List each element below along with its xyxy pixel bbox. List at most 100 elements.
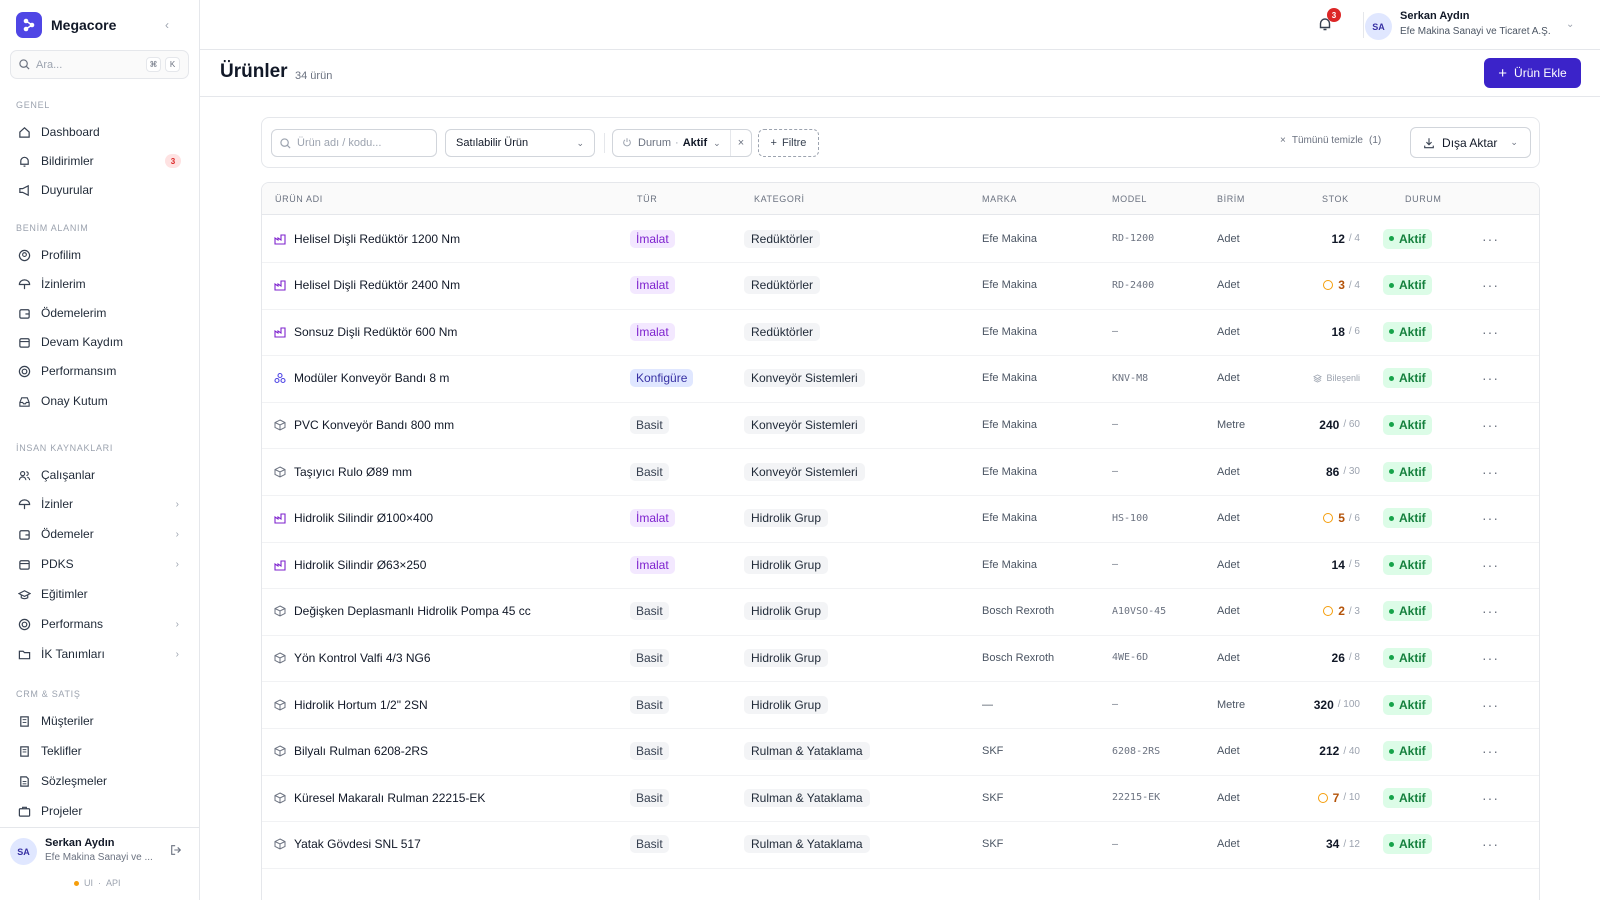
- row-actions-icon[interactable]: ···: [1482, 262, 1499, 309]
- sidebar-item-izinlerim[interactable]: İzinlerim: [10, 270, 189, 298]
- add-product-button[interactable]: + Ürün Ekle: [1484, 58, 1581, 88]
- avatar[interactable]: SA: [1365, 13, 1392, 40]
- table-row[interactable]: Yön Kontrol Valfi 4/3 NG6 Basit Hidrolik G…: [262, 634, 1539, 683]
- table-row[interactable]: Yatak Gövdesi SNL 517 Basit Rulman & Yatak…: [262, 821, 1539, 869]
- row-actions-icon[interactable]: ···: [1482, 355, 1499, 402]
- sidebar-item-odemeler[interactable]: Ödemeler ›: [10, 520, 189, 548]
- sidebar-item-egitimler[interactable]: Eğitimler: [10, 580, 189, 608]
- col-durum[interactable]: DURUM: [1405, 194, 1442, 204]
- unit-cell: Adet: [1217, 512, 1240, 525]
- table-row[interactable]: Değişken Deplasmanlı Hidrolik Pompa 45 c…: [262, 588, 1539, 636]
- add-filter-button[interactable]: + Filtre: [758, 129, 819, 157]
- brand[interactable]: Megacore: [16, 12, 116, 38]
- table-row[interactable]: Helisel Dişli Redüktör 1200 Nm İmalat Redü…: [262, 215, 1539, 263]
- sidebar-item-izinler[interactable]: İzinler ›: [10, 490, 189, 518]
- sidebar-item-musteriler[interactable]: Müşteriler: [10, 707, 189, 735]
- status-cell: Aktif: [1383, 262, 1432, 309]
- search-placeholder: Ürün adı / kodu...: [297, 137, 382, 149]
- row-actions-icon[interactable]: ···: [1482, 541, 1499, 588]
- remove-filter-icon[interactable]: ×: [730, 130, 751, 156]
- col-kategori[interactable]: KATEGORİ: [754, 194, 805, 204]
- product-name-cell[interactable]: Helisel Dişli Redüktör 2400 Nm: [274, 262, 460, 309]
- sidebar-item-performans[interactable]: Performans ›: [10, 610, 189, 638]
- product-name-cell[interactable]: Taşıyıcı Rulo Ø89 mm: [274, 448, 412, 495]
- table-row[interactable]: Hidrolik Hortum 1/2" 2SN Basit Hidrolik Gr…: [262, 681, 1539, 729]
- col-marka[interactable]: MARKA: [982, 194, 1017, 204]
- product-name-cell[interactable]: Hidrolik Silindir Ø100×400: [274, 495, 433, 542]
- product-search-input[interactable]: Ürün adı / kodu...: [271, 129, 437, 157]
- table-row[interactable]: Helisel Dişli Redüktör 2400 Nm İmalat Redü…: [262, 262, 1539, 310]
- row-actions-icon[interactable]: ···: [1482, 308, 1499, 355]
- sidebar-item-dashboard[interactable]: Dashboard: [10, 118, 189, 146]
- product-name-cell[interactable]: Hidrolik Hortum 1/2" 2SN: [274, 681, 428, 728]
- table-row[interactable]: Taşıyıcı Rulo Ø89 mm Basit Konveyör Sistem…: [262, 448, 1539, 496]
- table-row[interactable]: PVC Konveyör Bandı 800 mm Basit Konveyör S…: [262, 401, 1539, 450]
- sidebar-item-ik-tanimlari[interactable]: İK Tanımları ›: [10, 640, 189, 668]
- table-row[interactable]: Sonsuz Dişli Redüktör 600 Nm İmalat Redükt…: [262, 308, 1539, 357]
- box-icon: [274, 792, 286, 804]
- chip-value: Aktif: [682, 137, 708, 149]
- sidebar-item-sozlesmeler[interactable]: Sözleşmeler: [10, 767, 189, 795]
- col-tur[interactable]: TÜR: [637, 194, 657, 204]
- product-name-cell[interactable]: Değişken Deplasmanlı Hidrolik Pompa 45 c…: [274, 588, 531, 635]
- row-actions-icon[interactable]: ···: [1482, 634, 1499, 681]
- status-filter-chip[interactable]: Durum · Aktif ⌄ ×: [612, 129, 752, 157]
- col-urun-adi[interactable]: ÜRÜN ADI: [275, 194, 323, 204]
- model-cell: RD-1200: [1112, 233, 1155, 244]
- row-actions-icon[interactable]: ···: [1482, 401, 1499, 448]
- col-birim[interactable]: BİRİM: [1217, 194, 1245, 204]
- product-name-cell[interactable]: Yatak Gövdesi SNL 517: [274, 821, 421, 868]
- status-cell: Aktif: [1383, 681, 1432, 728]
- table-row[interactable]: Bilyalı Rulman 6208-2RS Basit Rulman & Yat…: [262, 728, 1539, 776]
- table-row[interactable]: Hidrolik Silindir Ø100×400 İmalat Hidrolik…: [262, 495, 1539, 543]
- row-actions-icon[interactable]: ···: [1482, 821, 1499, 868]
- sidebar-item-odemelerim[interactable]: Ödemelerim: [10, 299, 189, 327]
- chevron-down-icon[interactable]: ⌄: [1566, 19, 1574, 30]
- row-actions-icon[interactable]: ···: [1482, 495, 1499, 542]
- product-name-cell[interactable]: PVC Konveyör Bandı 800 mm: [274, 401, 454, 448]
- model-cell: HS-100: [1112, 512, 1149, 524]
- target-icon: [17, 364, 31, 378]
- table-row[interactable]: Küresel Makaralı Rulman 22215-EK Basit Rul…: [262, 774, 1539, 823]
- row-actions-icon[interactable]: ···: [1482, 448, 1499, 495]
- product-name-cell[interactable]: Hidrolik Silindir Ø63×250: [274, 541, 426, 588]
- row-actions-icon[interactable]: ···: [1482, 774, 1499, 821]
- export-button[interactable]: Dışa Aktar ⌄: [1410, 127, 1531, 158]
- col-stok[interactable]: STOK: [1322, 194, 1349, 204]
- low-stock-warning-icon: [1317, 792, 1328, 803]
- table-row[interactable]: Modüler Konveyör Bandı 8 m Konfigüre Konve…: [262, 355, 1539, 403]
- col-model[interactable]: MODEL: [1112, 194, 1147, 204]
- user-name[interactable]: Serkan Aydın: [1400, 10, 1470, 22]
- sidebar-item-duyurular[interactable]: Duyurular: [10, 176, 189, 204]
- sidebar-item-performansim[interactable]: Performansım: [10, 357, 189, 385]
- sidebar-item-projeler[interactable]: Projeler: [10, 797, 189, 825]
- status-dot-icon: [1389, 422, 1394, 428]
- sidebar-search[interactable]: Ara... ⌘ K: [10, 50, 189, 79]
- row-actions-icon[interactable]: ···: [1482, 681, 1499, 728]
- row-actions-icon[interactable]: ···: [1482, 728, 1499, 775]
- sidebar-item-calisanlar[interactable]: Çalışanlar: [10, 461, 189, 489]
- sidebar-item-bildirimler[interactable]: Bildirimler 3: [10, 147, 189, 175]
- collapse-sidebar-icon[interactable]: ‹: [165, 18, 169, 32]
- product-name-cell[interactable]: Yön Kontrol Valfi 4/3 NG6: [274, 634, 431, 681]
- product-type-select[interactable]: Satılabilir Ürün ⌄: [445, 129, 595, 157]
- product-name-cell[interactable]: Bilyalı Rulman 6208-2RS: [274, 728, 428, 775]
- sidebar-user-card[interactable]: SA Serkan Aydın Efe Makina Sanayi ve ...…: [0, 827, 200, 900]
- sidebar-item-profilim[interactable]: Profilim: [10, 241, 189, 269]
- clear-all-filters[interactable]: × Tümünü temizle (1): [1280, 135, 1381, 146]
- product-name-cell[interactable]: Sonsuz Dişli Redüktör 600 Nm: [274, 308, 457, 355]
- row-actions-icon[interactable]: ···: [1482, 215, 1499, 262]
- briefcase-icon: [17, 804, 31, 818]
- sidebar-item-teklifler[interactable]: Teklifler: [10, 737, 189, 765]
- product-name: Hidrolik Hortum 1/2" 2SN: [294, 697, 428, 712]
- row-actions-icon[interactable]: ···: [1482, 588, 1499, 635]
- logout-icon[interactable]: [170, 844, 182, 859]
- product-name-cell[interactable]: Modüler Konveyör Bandı 8 m: [274, 355, 449, 402]
- sidebar-item-onay-kutum[interactable]: Onay Kutum: [10, 387, 189, 415]
- product-name-cell[interactable]: Küresel Makaralı Rulman 22215-EK: [274, 774, 485, 821]
- table-row[interactable]: Hidrolik Silindir Ø63×250 İmalat Hidrolik …: [262, 541, 1539, 590]
- sidebar-item-pdks[interactable]: PDKS ›: [10, 550, 189, 578]
- sidebar-item-devam-kaydim[interactable]: Devam Kaydım: [10, 328, 189, 356]
- model-cell: —: [1112, 419, 1119, 431]
- product-name-cell[interactable]: Helisel Dişli Redüktör 1200 Nm: [274, 215, 460, 262]
